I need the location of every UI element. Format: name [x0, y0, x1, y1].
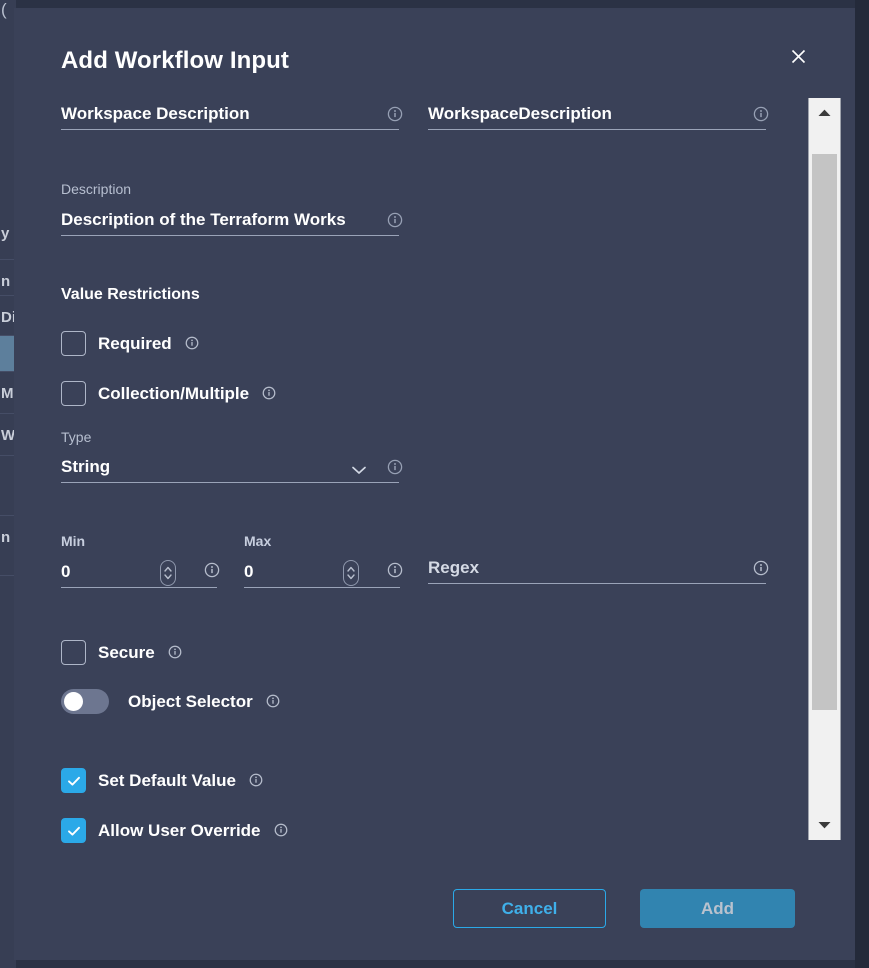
set-default-value-checkbox-row[interactable]: Set Default Value	[61, 768, 265, 793]
scroll-up-arrow-icon[interactable]	[809, 98, 840, 128]
add-button[interactable]: Add	[640, 889, 795, 928]
secure-checkbox-row[interactable]: Secure	[61, 640, 184, 665]
background-paren-glyph: (	[1, 0, 7, 20]
dialog-title: Add Workflow Input	[61, 47, 289, 75]
background-list-item-label: y	[1, 225, 9, 242]
object-selector-toggle[interactable]	[61, 689, 109, 714]
description-value: Description of the Terraform Works	[61, 210, 383, 230]
min-caption: Min	[61, 533, 85, 549]
required-checkbox[interactable]	[61, 331, 86, 356]
regex-info-icon[interactable]	[753, 560, 769, 576]
secure-checkbox[interactable]	[61, 640, 86, 665]
description-caption: Description	[61, 181, 131, 197]
regex-field[interactable]: Regex	[428, 550, 766, 584]
reference-name-value: WorkspaceDescription	[428, 104, 612, 124]
secure-label: Secure	[98, 643, 155, 663]
description-field[interactable]: Description of the Terraform Works	[61, 202, 399, 236]
type-caption: Type	[61, 429, 91, 445]
toggle-knob	[64, 692, 83, 711]
display-name-info-icon[interactable]	[387, 106, 403, 122]
collection-multiple-info-icon[interactable]	[262, 386, 278, 402]
dialog-scrollbar[interactable]	[808, 98, 841, 840]
min-field[interactable]: 0	[61, 554, 217, 588]
scroll-down-arrow-icon[interactable]	[809, 810, 840, 840]
required-checkbox-row[interactable]: Required	[61, 331, 201, 356]
regex-placeholder: Regex	[428, 558, 479, 578]
display-name-value: Workspace Description	[61, 104, 250, 124]
collection-multiple-checkbox-row[interactable]: Collection/Multiple	[61, 381, 278, 406]
reference-name-field[interactable]: WorkspaceDescription	[428, 96, 766, 130]
allow-user-override-label: Allow User Override	[98, 821, 261, 841]
allow-user-override-info-icon[interactable]	[274, 823, 290, 839]
background-list-item-label: n	[1, 273, 10, 290]
background-right-panel	[855, 0, 869, 968]
object-selector-label: Object Selector	[128, 692, 253, 712]
description-info-icon[interactable]	[387, 212, 403, 228]
close-icon[interactable]	[778, 36, 818, 76]
display-name-field[interactable]: Workspace Description	[61, 96, 399, 130]
secure-info-icon[interactable]	[168, 645, 184, 661]
cancel-button[interactable]: Cancel	[453, 889, 606, 928]
set-default-value-checkbox[interactable]	[61, 768, 86, 793]
min-value: 0	[61, 562, 70, 582]
allow-user-override-checkbox[interactable]	[61, 818, 86, 843]
add-workflow-input-dialog: Add Workflow Input Workspace Description…	[14, 8, 855, 960]
object-selector-row[interactable]: Object Selector	[61, 689, 282, 714]
set-default-value-label: Set Default Value	[98, 771, 236, 791]
min-spinner-updown-icon[interactable]	[160, 560, 176, 586]
collection-multiple-checkbox[interactable]	[61, 381, 86, 406]
background-list-item-label: M	[1, 385, 14, 402]
collection-multiple-label: Collection/Multiple	[98, 384, 249, 404]
reference-name-info-icon[interactable]	[753, 106, 769, 122]
min-info-icon[interactable]	[204, 562, 220, 578]
scrollbar-thumb[interactable]	[812, 154, 837, 710]
type-select[interactable]: String	[61, 449, 399, 483]
max-field[interactable]: 0	[244, 554, 400, 588]
set-default-value-info-icon[interactable]	[249, 773, 265, 789]
max-spinner-updown-icon[interactable]	[343, 560, 359, 586]
type-value: String	[61, 457, 110, 477]
max-caption: Max	[244, 533, 271, 549]
max-value: 0	[244, 562, 253, 582]
chevron-down-icon[interactable]	[350, 463, 368, 481]
background-list-item-label: n	[1, 529, 10, 546]
value-restrictions-heading: Value Restrictions	[61, 286, 200, 304]
type-info-icon[interactable]	[387, 459, 403, 475]
object-selector-info-icon[interactable]	[266, 694, 282, 710]
max-info-icon[interactable]	[387, 562, 403, 578]
required-label: Required	[98, 334, 172, 354]
required-info-icon[interactable]	[185, 336, 201, 352]
allow-user-override-checkbox-row[interactable]: Allow User Override	[61, 818, 290, 843]
